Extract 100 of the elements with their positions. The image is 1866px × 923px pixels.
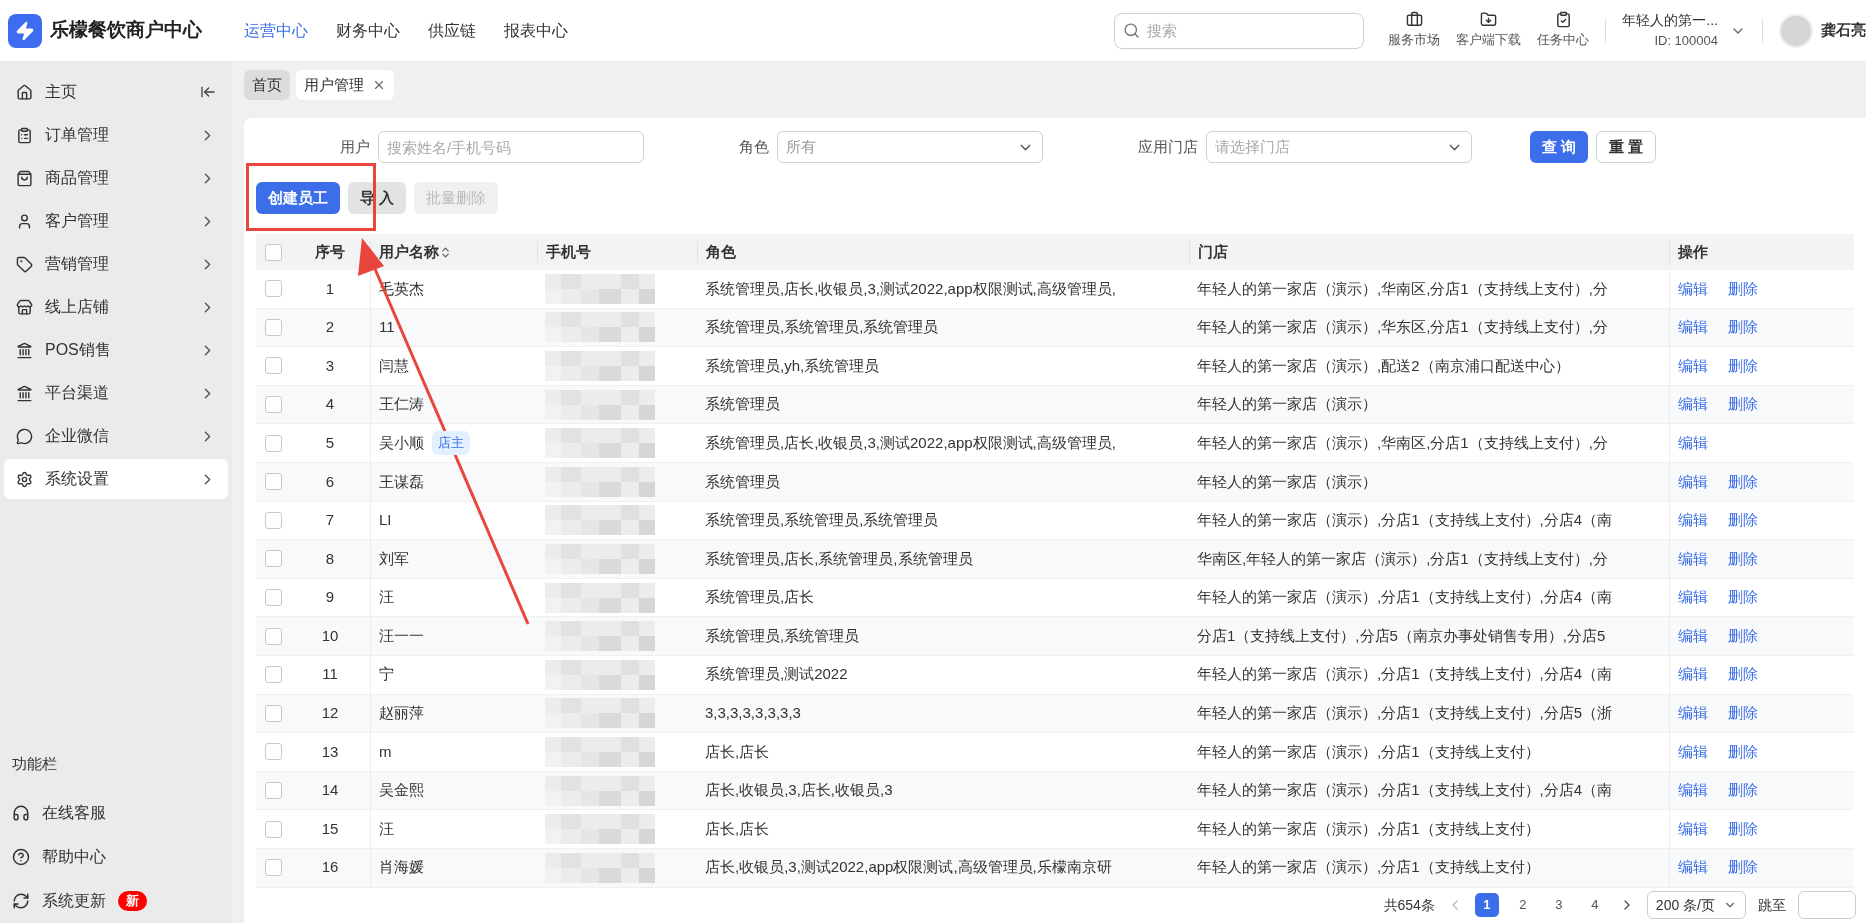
delete-link[interactable]: 删除 [1728, 354, 1758, 378]
edit-link[interactable]: 编辑 [1678, 393, 1708, 416]
checkbox[interactable] [264, 704, 282, 722]
table-cell-text: 6 [325, 471, 335, 492]
toolbar-button[interactable]: 客户端下载 [1456, 11, 1522, 50]
page-button[interactable]: 3 [1546, 893, 1571, 917]
sidebar-item[interactable]: 平台渠道 [4, 373, 228, 413]
sidebar-item[interactable]: 客户管理 [4, 201, 228, 241]
edit-link[interactable]: 编辑 [1678, 586, 1708, 609]
page-button[interactable]: 2 [1510, 893, 1535, 917]
sidebar-item[interactable]: 主页 [4, 72, 228, 112]
checkbox[interactable] [264, 782, 282, 799]
sidebar-item[interactable]: 线上店铺 [4, 287, 228, 327]
delete-link[interactable]: 删除 [1728, 702, 1758, 725]
toolbar-button[interactable]: 任务中心 [1537, 11, 1590, 50]
edit-link[interactable]: 编辑 [1678, 354, 1708, 378]
edit-link[interactable]: 编辑 [1678, 817, 1708, 841]
checkbox[interactable] [264, 318, 282, 336]
delete-link[interactable]: 删除 [1728, 740, 1758, 764]
action-button[interactable]: 导 入 [348, 182, 407, 214]
checkbox[interactable] [264, 357, 282, 375]
table-cell: 系统管理员,店长 [705, 588, 815, 606]
sidebar-link[interactable]: 帮助中心 [42, 845, 106, 869]
page-button[interactable]: 4 [1582, 893, 1607, 917]
edit-link[interactable]: 编辑 [1678, 316, 1708, 339]
nav-tab[interactable]: 财务中心 [336, 18, 400, 43]
avatar[interactable] [1779, 13, 1813, 48]
checkbox[interactable] [264, 243, 282, 261]
page-input[interactable] [1798, 891, 1856, 919]
checkbox[interactable] [264, 627, 282, 645]
clipboard-check-icon [1554, 11, 1572, 29]
checkbox[interactable] [264, 859, 282, 877]
delete-link[interactable]: 删除 [1728, 663, 1758, 686]
checkbox[interactable] [264, 589, 282, 607]
edit-link[interactable]: 编辑 [1678, 663, 1708, 686]
edit-link[interactable]: 编辑 [1678, 779, 1708, 802]
sidebar-item[interactable]: 系统设置 [4, 459, 228, 499]
table-cell-text: 16 [321, 857, 339, 878]
sidebar-item[interactable]: 企业微信 [4, 416, 228, 456]
table-cell: 系统管理员,系统管理员,系统管理员 [705, 318, 939, 336]
edit-link[interactable]: 编辑 [1678, 856, 1708, 879]
checkbox[interactable] [264, 434, 282, 452]
table-cell-text: 吴金熙 [379, 780, 424, 801]
page-button[interactable]: 1 [1474, 893, 1499, 917]
nav-tab[interactable]: 报表中心 [504, 18, 568, 43]
select-field[interactable]: 所有 [777, 131, 1043, 163]
toolbar-button[interactable]: 服务市场 [1388, 11, 1441, 50]
sidebar-link[interactable]: 系统更新 [42, 889, 106, 913]
column-header[interactable]: 用户名称 [379, 240, 439, 264]
query-button[interactable]: 查 询 [1530, 131, 1589, 163]
nav-tab[interactable]: 运营中心 [244, 18, 308, 43]
sidebar-item[interactable]: POS销售 [4, 330, 228, 370]
edit-link[interactable]: 编辑 [1678, 470, 1708, 493]
edit-link[interactable]: 编辑 [1678, 547, 1708, 571]
delete-link[interactable]: 删除 [1728, 856, 1758, 879]
delete-link[interactable]: 删除 [1728, 547, 1758, 571]
search-field[interactable]: 搜索 [1114, 12, 1365, 49]
reset-button[interactable]: 重 置 [1596, 131, 1657, 163]
table-cell: 华南区,年轻人的第一家店（演示）,分店1（支持线上支付）,分 [1197, 549, 1608, 567]
page-tab[interactable]: 用户管理 [296, 70, 394, 100]
delete-link[interactable]: 删除 [1728, 624, 1758, 648]
checkbox[interactable] [264, 396, 282, 414]
checkbox[interactable] [264, 820, 282, 838]
edit-link[interactable]: 编辑 [1678, 277, 1708, 301]
edit-link[interactable]: 编辑 [1678, 702, 1708, 725]
delete-link[interactable]: 删除 [1728, 586, 1758, 609]
delete-link[interactable]: 删除 [1728, 470, 1758, 493]
page-size-select[interactable]: 200 条/页 [1646, 891, 1746, 919]
jump-label: 跳至 [1758, 895, 1786, 915]
table-cell-text: 11 [379, 317, 395, 338]
sidebar-item[interactable]: 订单管理 [4, 115, 228, 155]
account-name[interactable]: 年轻人的第一... [1622, 10, 1718, 32]
edit-link[interactable]: 编辑 [1678, 740, 1708, 764]
delete-link[interactable]: 删除 [1728, 817, 1758, 841]
nav-tab[interactable]: 供应链 [428, 18, 476, 43]
sidebar-item[interactable]: 营销管理 [4, 244, 228, 284]
table-cell: 年轻人的第一家店（演示）,分店1（支持线上支付）,分店4（南 [1197, 665, 1613, 683]
checkbox[interactable] [264, 511, 282, 529]
table-cell: 系统管理员,店长,系统管理员,系统管理员 [705, 549, 973, 567]
delete-link[interactable]: 删除 [1728, 316, 1758, 339]
delete-link[interactable]: 删除 [1728, 509, 1758, 532]
checkbox[interactable] [264, 666, 282, 684]
checkbox[interactable] [264, 550, 282, 568]
action-button[interactable]: 创建员工 [256, 182, 340, 214]
edit-link[interactable]: 编辑 [1678, 624, 1708, 648]
delete-link[interactable]: 删除 [1728, 779, 1758, 802]
edit-link[interactable]: 编辑 [1678, 509, 1708, 532]
edit-link[interactable]: 编辑 [1678, 431, 1708, 455]
delete-link[interactable]: 删除 [1728, 277, 1758, 301]
checkbox[interactable] [264, 280, 282, 298]
sidebar-link[interactable]: 在线客服 [42, 801, 106, 825]
sidebar-item[interactable]: 商品管理 [4, 158, 228, 198]
user-name[interactable]: 龚石亮 [1821, 19, 1866, 42]
user-search-field[interactable]: 搜索姓名/手机号码 [378, 131, 644, 163]
checkbox[interactable] [264, 743, 282, 761]
delete-link[interactable]: 删除 [1728, 393, 1758, 416]
table-cell-text: 宁 [379, 664, 394, 685]
checkbox[interactable] [264, 473, 282, 491]
page-tab[interactable]: 首页 [244, 70, 290, 100]
table-cell-text: 13 [321, 741, 339, 762]
